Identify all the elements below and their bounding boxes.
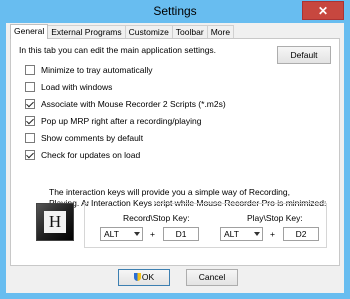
option-label: Associate with Mouse Recorder 2 Scripts …	[41, 99, 226, 109]
record-stop-label: Record\Stop Key:	[123, 213, 190, 223]
info-line-1: The interaction keys will provide you a …	[49, 187, 290, 197]
option-label: Pop up MRP right after a recording/playi…	[41, 116, 202, 126]
option-label: Show comments by default	[41, 133, 144, 143]
play-modifier-select[interactable]: ALT	[220, 227, 263, 241]
plus-sign: +	[150, 229, 155, 239]
title-bar[interactable]: Settings ✕	[0, 0, 350, 23]
app-logo: H	[36, 203, 74, 241]
checkbox-checked[interactable]	[25, 99, 35, 109]
select-value: ALT	[104, 229, 119, 239]
option-minimize-to-tray[interactable]: Minimize to tray automatically	[25, 64, 152, 76]
chevron-down-icon	[254, 232, 260, 236]
dialog-client: General External Programs Customize Tool…	[6, 23, 344, 293]
record-key-field[interactable]: D1	[163, 227, 199, 241]
tab-toolbar[interactable]: Toolbar	[171, 25, 208, 38]
play-key-field[interactable]: D2	[283, 227, 319, 241]
option-popup-mrp[interactable]: Pop up MRP right after a recording/playi…	[25, 115, 202, 127]
chevron-down-icon	[134, 232, 140, 236]
option-check-updates[interactable]: Check for updates on load	[25, 149, 140, 161]
option-show-comments[interactable]: Show comments by default	[25, 132, 143, 144]
logo-letter: H	[44, 211, 66, 233]
tab-customize[interactable]: Customize	[124, 25, 173, 38]
tab-strip: General External Programs Customize Tool…	[10, 24, 235, 39]
tab-external-programs[interactable]: External Programs	[47, 25, 126, 38]
play-stop-label: Play\Stop Key:	[247, 213, 303, 223]
intro-text: In this tab you can edit the main applic…	[19, 45, 217, 55]
plus-sign: +	[270, 229, 275, 239]
cancel-button[interactable]: Cancel	[186, 269, 238, 286]
window-title: Settings	[153, 4, 197, 18]
option-label: Minimize to tray automatically	[41, 65, 153, 75]
select-value: ALT	[224, 229, 239, 239]
option-label: Check for updates on load	[41, 150, 141, 160]
checkbox[interactable]	[25, 65, 35, 75]
interaction-keys-group: Interaction Keys Record\Stop Key: ALT + …	[84, 198, 327, 248]
group-title: Interaction Keys	[89, 198, 154, 208]
default-button[interactable]: Default	[277, 46, 331, 64]
record-modifier-select[interactable]: ALT	[100, 227, 143, 241]
checkbox-checked[interactable]	[25, 150, 35, 160]
settings-window: Settings ✕ General External Programs Cus…	[0, 0, 350, 299]
tab-more[interactable]: More	[206, 25, 235, 38]
close-icon[interactable]: ✕	[302, 1, 344, 20]
checkbox[interactable]	[25, 82, 35, 92]
ok-button[interactable]: OK	[118, 269, 170, 286]
checkbox-checked[interactable]	[25, 116, 35, 126]
option-associate-scripts[interactable]: Associate with Mouse Recorder 2 Scripts …	[25, 98, 226, 110]
checkbox[interactable]	[25, 133, 35, 143]
shield-icon	[133, 273, 141, 281]
option-label: Load with windows	[41, 82, 113, 92]
tab-general[interactable]: General	[10, 24, 49, 39]
option-load-with-windows[interactable]: Load with windows	[25, 81, 112, 93]
ok-label: OK	[141, 272, 155, 282]
